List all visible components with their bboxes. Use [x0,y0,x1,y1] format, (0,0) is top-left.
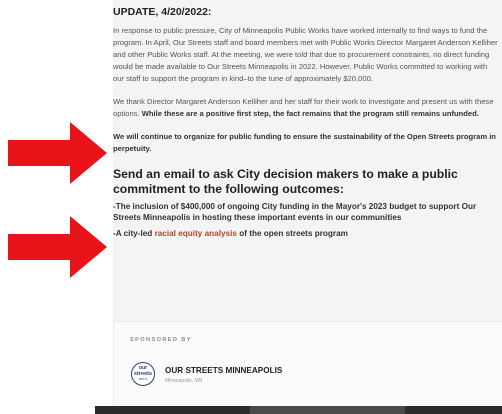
our-streets-logo[interactable]: our streets MPLS [131,362,155,386]
red-arrow-annotation-2 [8,216,107,278]
article-body: UPDATE, 4/20/2022: In response to public… [113,6,502,244]
unfunded-statement: While these are a positive first step, t… [141,109,479,118]
outcome-1: -The inclusion of $400,000 of ongoing Ci… [113,202,477,222]
update-paragraph-3: We will continue to organize for public … [113,132,496,153]
racial-equity-analysis-link[interactable]: racial equity analysis [155,229,237,238]
outcome-2-suffix: of the open streets program [239,229,348,238]
sponsor-location: Minneapolis, MN [165,378,203,384]
outcome-2: -A city-led racial equity analysis of th… [113,228,498,239]
update-heading: UPDATE, 4/20/2022: [113,6,212,18]
bottom-dark-bar [95,406,502,414]
sponsor-name-link[interactable]: OUR STREETS MINNEAPOLIS [165,366,282,375]
cta-heading: Send an email to ask City decision maker… [113,167,458,196]
sponsor-box: SPONSORED BY our streets MPLS OUR STREET… [113,321,502,414]
sponsored-by-label: SPONSORED BY [130,337,192,343]
outcome-2-prefix: -A city-led [113,229,153,238]
update-paragraph-2: We thank Director Margaret Anderson Kell… [113,96,498,120]
red-arrow-annotation-1 [8,122,107,184]
page: UPDATE, 4/20/2022: In response to public… [0,0,502,414]
logo-text-mpls: MPLS [138,377,148,381]
article-content: UPDATE, 4/20/2022: In response to public… [113,0,502,414]
bottom-bar-segment [250,406,405,414]
update-paragraph-1: In response to public pressure, City of … [113,26,498,83]
